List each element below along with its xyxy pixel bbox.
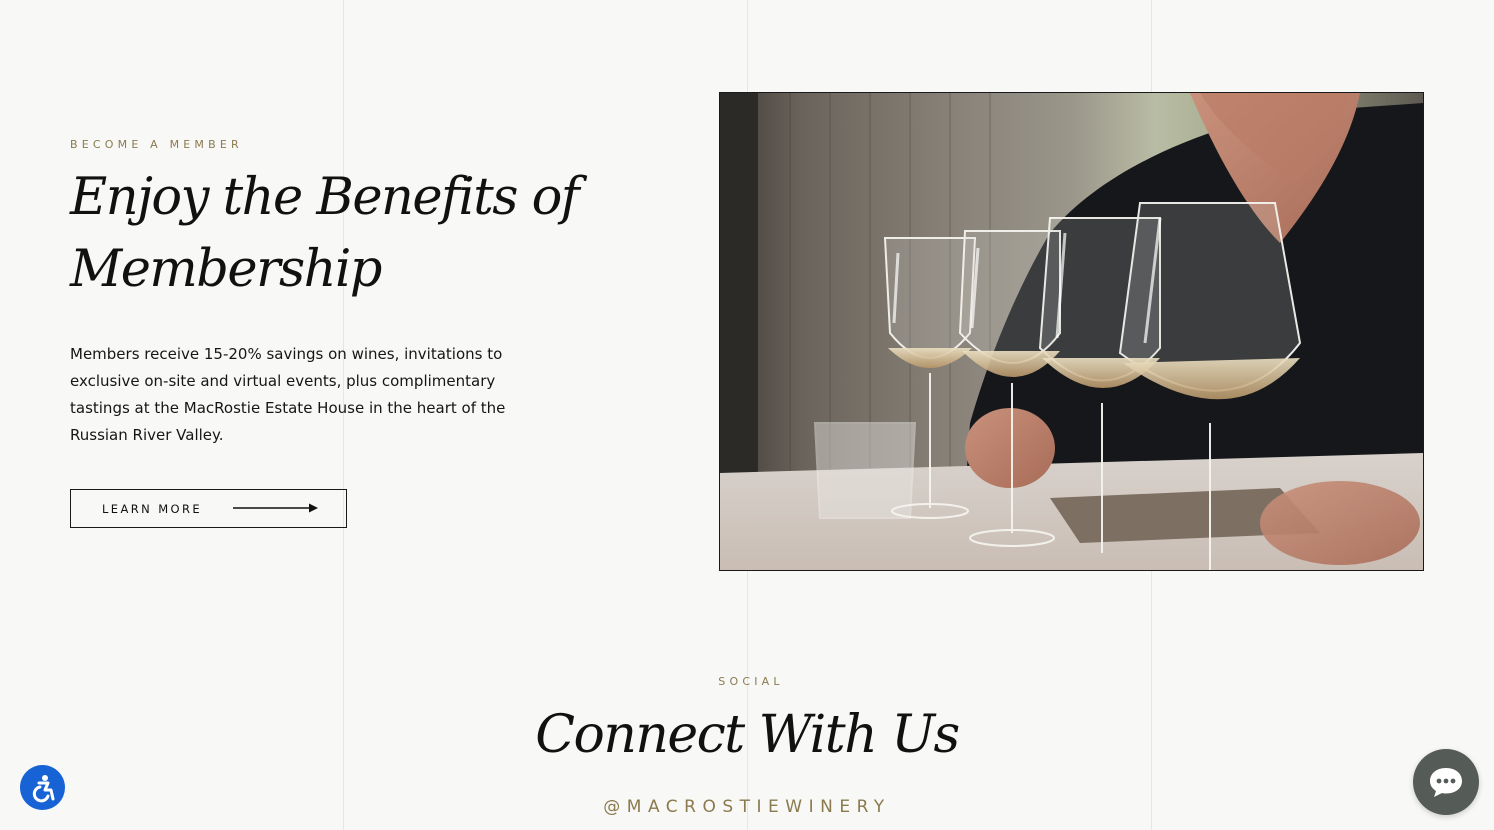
chat-bubble-icon [1430,768,1462,797]
learn-more-button[interactable]: LEARN MORE [70,489,347,528]
arrow-right-icon [233,503,318,513]
membership-description: Members receive 15-20% savings on wines,… [70,345,506,444]
accessibility-icon [32,774,54,802]
membership-eyebrow: BECOME A MEMBER [70,138,243,151]
chat-button[interactable] [1413,749,1479,815]
instagram-handle-link[interactable]: @MACROSTIEWINERY [0,797,1494,817]
accessibility-button[interactable] [20,765,65,810]
social-eyebrow: SOCIAL [718,675,784,688]
wine-tasting-photo [719,92,1424,571]
wine-glasses-image [720,93,1423,570]
connect-title: Connect With Us [535,705,960,765]
membership-title: Enjoy the Benefits of Membership [70,168,580,299]
learn-more-label: LEARN MORE [102,501,203,516]
